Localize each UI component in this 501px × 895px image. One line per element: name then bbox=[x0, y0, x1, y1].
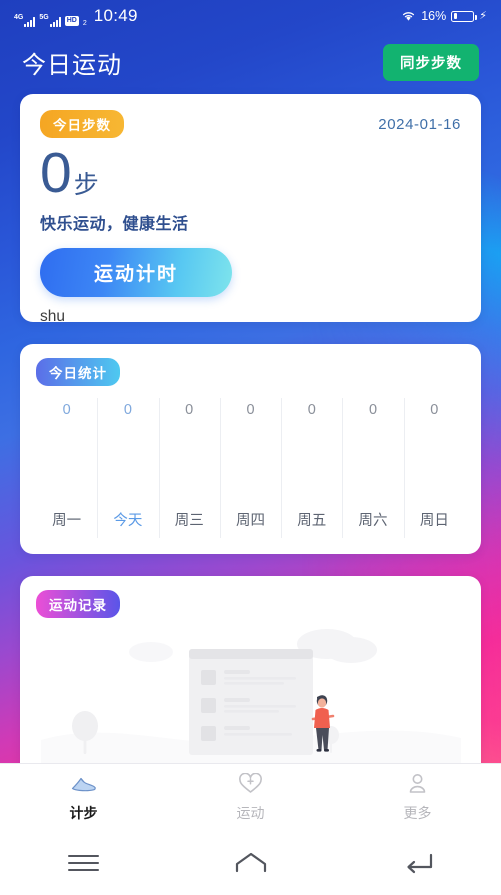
tab-exercise[interactable]: 运动 bbox=[167, 773, 334, 823]
status-bar: 4G 5G HD 2 10:49 16% ⚡ bbox=[0, 0, 501, 32]
heart-plus-icon bbox=[238, 773, 263, 800]
exercise-records-badge: 运动记录 bbox=[36, 590, 120, 618]
sneaker-icon bbox=[70, 773, 97, 800]
today-steps-card-header: 今日步数 2024-01-16 bbox=[40, 110, 461, 138]
home-icon bbox=[232, 851, 270, 875]
chart-column-周三[interactable]: 0 周三 bbox=[159, 398, 220, 538]
tab-label: 更多 bbox=[404, 803, 432, 823]
chart-category-label: 周日 bbox=[420, 509, 449, 530]
chart-value-label: 0 bbox=[430, 402, 438, 418]
sync-steps-button[interactable]: 同步步数 bbox=[383, 44, 479, 81]
today-date-label: 2024-01-16 bbox=[378, 116, 461, 133]
tab-steps[interactable]: 计步 bbox=[0, 773, 167, 823]
tab-label: 计步 bbox=[70, 803, 98, 823]
battery-percent-label: 16% bbox=[421, 9, 446, 23]
step-count-display: 0 步 bbox=[40, 146, 461, 200]
status-bar-right: 16% ⚡ bbox=[401, 9, 487, 23]
lightning-bolt-icon: ⚡ bbox=[479, 11, 487, 22]
chart-category-label: 周五 bbox=[297, 509, 326, 530]
today-stats-badge: 今日统计 bbox=[36, 358, 120, 386]
signal-5g: 5G bbox=[39, 14, 60, 27]
step-count-unit: 步 bbox=[74, 173, 99, 198]
bottom-tab-bar: 计步 运动 更多 bbox=[0, 763, 501, 831]
android-nav-bar bbox=[0, 831, 501, 895]
hd-icon: HD bbox=[65, 16, 79, 26]
content-scroll-area[interactable]: 今日步数 2024-01-16 0 步 快乐运动，健康生活 运动计时 shu 今… bbox=[0, 94, 501, 794]
chart-value-label: 0 bbox=[369, 402, 377, 418]
wifi-icon bbox=[401, 10, 416, 22]
phone-screen: 4G 5G HD 2 10:49 16% ⚡ 今日运动 同步步数 bbox=[0, 0, 501, 895]
chart-value-label: 0 bbox=[124, 402, 132, 418]
chart-category-label: 周四 bbox=[236, 509, 265, 530]
exercise-records-card: 运动记录 bbox=[20, 576, 481, 791]
network-4g-label: 4G bbox=[14, 14, 23, 21]
signal-4g: 4G bbox=[14, 14, 35, 27]
exercise-timer-button[interactable]: 运动计时 bbox=[40, 248, 232, 297]
status-bar-clock: 10:49 bbox=[94, 6, 138, 26]
nav-back-button[interactable] bbox=[334, 851, 501, 875]
chart-category-label: 周三 bbox=[175, 509, 204, 530]
chart-column-周六[interactable]: 0 周六 bbox=[342, 398, 403, 538]
tab-label: 运动 bbox=[237, 803, 265, 823]
slogan-text: 快乐运动，健康生活 bbox=[40, 210, 461, 234]
chart-value-label: 0 bbox=[246, 402, 254, 418]
today-steps-card: 今日步数 2024-01-16 0 步 快乐运动，健康生活 运动计时 shu bbox=[20, 94, 481, 322]
chart-column-周日[interactable]: 0 周日 bbox=[404, 398, 465, 538]
empty-state-illustration bbox=[41, 622, 461, 772]
chart-column-今天[interactable]: 0 今天 bbox=[97, 398, 158, 538]
network-5g-label: 5G bbox=[39, 14, 48, 21]
back-icon bbox=[401, 851, 435, 875]
chart-column-周四[interactable]: 0 周四 bbox=[220, 398, 281, 538]
today-steps-badge: 今日步数 bbox=[40, 110, 124, 138]
chart-value-label: 0 bbox=[185, 402, 193, 418]
page-title: 今日运动 bbox=[22, 45, 122, 80]
chart-value-label: 0 bbox=[63, 402, 71, 418]
status-bar-left: 4G 5G HD 2 10:49 bbox=[14, 6, 138, 27]
signal-bars-icon bbox=[50, 17, 61, 27]
person-icon bbox=[406, 773, 429, 800]
chart-category-label: 今天 bbox=[113, 509, 142, 530]
today-stats-card: 今日统计 0 周一 0 今天 0 周三 0 周四 0 周五 0 周六 0 周日 bbox=[20, 344, 481, 554]
battery-icon bbox=[451, 11, 474, 22]
step-count-number: 0 bbox=[40, 146, 71, 200]
chart-category-label: 周六 bbox=[359, 509, 388, 530]
weekly-steps-chart: 0 周一 0 今天 0 周三 0 周四 0 周五 0 周六 0 周日 bbox=[36, 398, 465, 538]
menu-icon bbox=[68, 850, 99, 876]
chart-value-label: 0 bbox=[308, 402, 316, 418]
chart-category-label: 周一 bbox=[52, 509, 81, 530]
tab-more[interactable]: 更多 bbox=[334, 773, 501, 823]
nav-menu-button[interactable] bbox=[0, 850, 167, 876]
note-text: shu bbox=[40, 308, 461, 326]
chart-column-周一[interactable]: 0 周一 bbox=[36, 398, 97, 538]
nav-home-button[interactable] bbox=[167, 851, 334, 875]
hd-sim-index: 2 bbox=[83, 20, 87, 27]
chart-column-周五[interactable]: 0 周五 bbox=[281, 398, 342, 538]
app-header: 今日运动 同步步数 bbox=[0, 38, 501, 86]
signal-bars-icon bbox=[24, 17, 35, 27]
